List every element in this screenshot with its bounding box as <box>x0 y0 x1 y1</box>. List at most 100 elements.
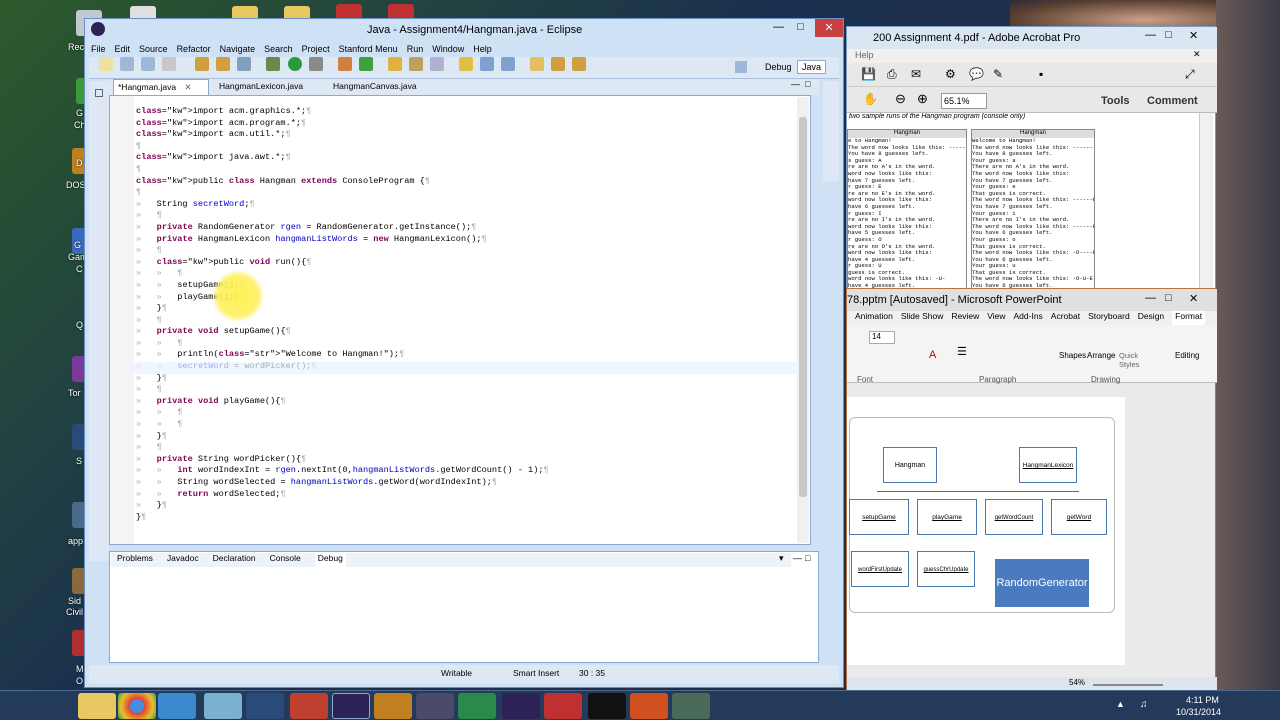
menu-window[interactable]: Window <box>432 44 464 54</box>
close-button[interactable]: ✕ <box>1189 292 1198 305</box>
tab-debug[interactable]: Debug <box>314 553 346 567</box>
print-icon[interactable] <box>162 57 177 71</box>
font-size-select[interactable]: 14 <box>869 331 895 344</box>
toggle-block-icon[interactable] <box>480 57 494 71</box>
code-line[interactable]: class="kw">import java.awt.*;¶ <box>136 152 806 164</box>
tab-problems[interactable]: Problems <box>117 553 153 567</box>
code-line[interactable]: ¶ <box>136 187 806 199</box>
ribbon-tab-view[interactable]: View <box>987 311 1005 325</box>
tab-hangman[interactable]: *Hangman.java ✕ <box>113 79 209 95</box>
code-line[interactable]: class="kw">import acm.graphics.*;¶ <box>136 106 806 118</box>
code-line[interactable]: » ¶ <box>136 210 806 222</box>
arrange-button[interactable]: Arrange <box>1087 351 1115 360</box>
open-folder-icon[interactable] <box>387 57 402 71</box>
code-editor[interactable]: class="kw">import acm.graphics.*;¶ class=… <box>109 95 811 545</box>
menu-run[interactable]: Run <box>407 44 424 54</box>
zoom-in-icon[interactable]: ⊕ <box>917 91 928 107</box>
code-line[interactable]: » class="kw">public void run(){¶ <box>136 257 806 269</box>
minimize-editor-icon[interactable]: — <box>791 79 800 89</box>
close-doc-icon[interactable]: ✕ <box>1193 49 1201 60</box>
tab-hangmanlexicon[interactable]: HangmanLexicon.java <box>215 79 321 95</box>
code-line[interactable]: » » println(class="str">"Welcome to Hang… <box>136 349 806 361</box>
stamp-icon[interactable]: ▪ <box>1039 67 1043 81</box>
next-annotation-icon[interactable] <box>530 57 545 71</box>
new-package-icon[interactable] <box>337 57 352 71</box>
ie-icon[interactable] <box>158 693 196 719</box>
code-line[interactable]: » » ¶ <box>136 419 806 431</box>
new-class-icon[interactable] <box>358 57 373 71</box>
tab-console[interactable]: Console <box>270 553 301 567</box>
steam-icon[interactable] <box>246 693 284 719</box>
ribbon-tab-acrobat[interactable]: Acrobat <box>1051 311 1080 325</box>
volume-icon[interactable]: ♫ <box>1140 699 1148 710</box>
ribbon-tab-storyboard[interactable]: Storyboard <box>1088 311 1130 325</box>
box-hangmanlexicon[interactable]: HangmanLexicon <box>1019 447 1077 483</box>
powerpoint-icon[interactable] <box>630 693 668 719</box>
external-tools-icon[interactable] <box>308 57 323 71</box>
menu-help[interactable]: Help <box>473 44 492 54</box>
comment-button[interactable]: Comment <box>1147 95 1198 107</box>
forward-icon[interactable] <box>572 57 587 71</box>
panel-minimize-icon[interactable]: — <box>793 553 802 563</box>
clock-time[interactable]: 4:11 PM <box>1186 695 1219 705</box>
dosbox-icon[interactable] <box>374 693 412 719</box>
editor-vscrollbar[interactable] <box>797 97 809 543</box>
back-icon[interactable] <box>551 57 566 71</box>
expand-icon[interactable]: ⤢ <box>1185 67 1195 82</box>
box-getword[interactable]: getWord <box>1051 499 1107 535</box>
open-perspective-icon[interactable] <box>735 61 747 73</box>
code-line[interactable]: » private void setupGame(){¶ <box>136 326 806 338</box>
menu-help[interactable]: Help <box>855 50 874 60</box>
box-randomgenerator[interactable]: RandomGenerator <box>995 559 1089 607</box>
ribbon-tab-design[interactable]: Design <box>1138 311 1164 325</box>
box-guesschrupdate[interactable]: guessChrUpdate <box>917 551 975 587</box>
code-line[interactable]: ¶ <box>136 164 806 176</box>
file-explorer-icon[interactable] <box>78 693 116 719</box>
annotation-icon[interactable] <box>429 57 444 71</box>
code-line[interactable]: » private HangmanLexicon hangmanListWord… <box>136 234 806 246</box>
tab-hangmancanvas[interactable]: HangmanCanvas.java <box>329 79 435 95</box>
panel-menu-icon[interactable]: ▾ <box>779 553 784 564</box>
box-getwordcount[interactable]: getWordCount <box>985 499 1043 535</box>
code-line[interactable]: » String secretWord;¶ <box>136 199 806 211</box>
chrome-icon[interactable] <box>118 693 156 719</box>
search-icon[interactable] <box>408 57 423 71</box>
debug-icon[interactable] <box>266 57 281 71</box>
acrobat-icon[interactable] <box>544 693 582 719</box>
code-line[interactable]: » ¶ <box>136 384 806 396</box>
sign-icon[interactable]: ✎ <box>993 67 1003 81</box>
tools-button[interactable]: Tools <box>1101 95 1130 107</box>
menu-search[interactable]: Search <box>264 44 293 54</box>
clock-date[interactable]: 10/31/2014 <box>1176 707 1221 717</box>
terminal-icon[interactable] <box>588 693 626 719</box>
task-icon[interactable] <box>237 57 252 71</box>
menu-stanford-menu[interactable]: Stanford Menu <box>339 44 398 54</box>
save-icon[interactable]: 💾 <box>861 67 876 81</box>
maximize-button[interactable]: □ <box>797 21 804 33</box>
zoom-out-icon[interactable]: ⊖ <box>895 91 906 107</box>
hand-icon[interactable]: ✋ <box>863 92 878 106</box>
menu-edit[interactable]: Edit <box>115 44 131 54</box>
scroll-thumb[interactable] <box>799 117 807 497</box>
menu-navigate[interactable]: Navigate <box>220 44 256 54</box>
minimize-button[interactable]: — <box>1145 292 1156 304</box>
app-icon[interactable] <box>290 693 328 719</box>
code-line[interactable]: » ¶ <box>136 245 806 257</box>
mark-occurrences-icon[interactable] <box>458 57 473 71</box>
close-button[interactable]: ✕ <box>815 19 843 37</box>
show-whitespace-icon[interactable] <box>501 57 516 71</box>
ribbon-tab-add-ins[interactable]: Add-Ins <box>1014 311 1043 325</box>
tab-javadoc[interactable]: Javadoc <box>167 553 199 567</box>
code-line[interactable]: » private RandomGenerator rgen = RandomG… <box>136 222 806 234</box>
editing-button[interactable]: Editing <box>1175 351 1199 360</box>
zoom-level[interactable]: 54% <box>1069 678 1085 687</box>
mail-icon[interactable]: ✉ <box>911 67 921 81</box>
quick-styles-button[interactable]: Quick Styles <box>1119 351 1145 369</box>
close-button[interactable]: ✕ <box>1189 29 1198 42</box>
code-line[interactable]: » private String wordPicker(){¶ <box>136 454 806 466</box>
print-icon[interactable]: ⎙ <box>887 67 897 82</box>
code-line[interactable]: » private void playGame(){¶ <box>136 396 806 408</box>
new-icon[interactable] <box>99 57 113 71</box>
restore-icon[interactable] <box>95 89 103 97</box>
comment-bubble-icon[interactable]: 💬 <box>969 67 984 81</box>
